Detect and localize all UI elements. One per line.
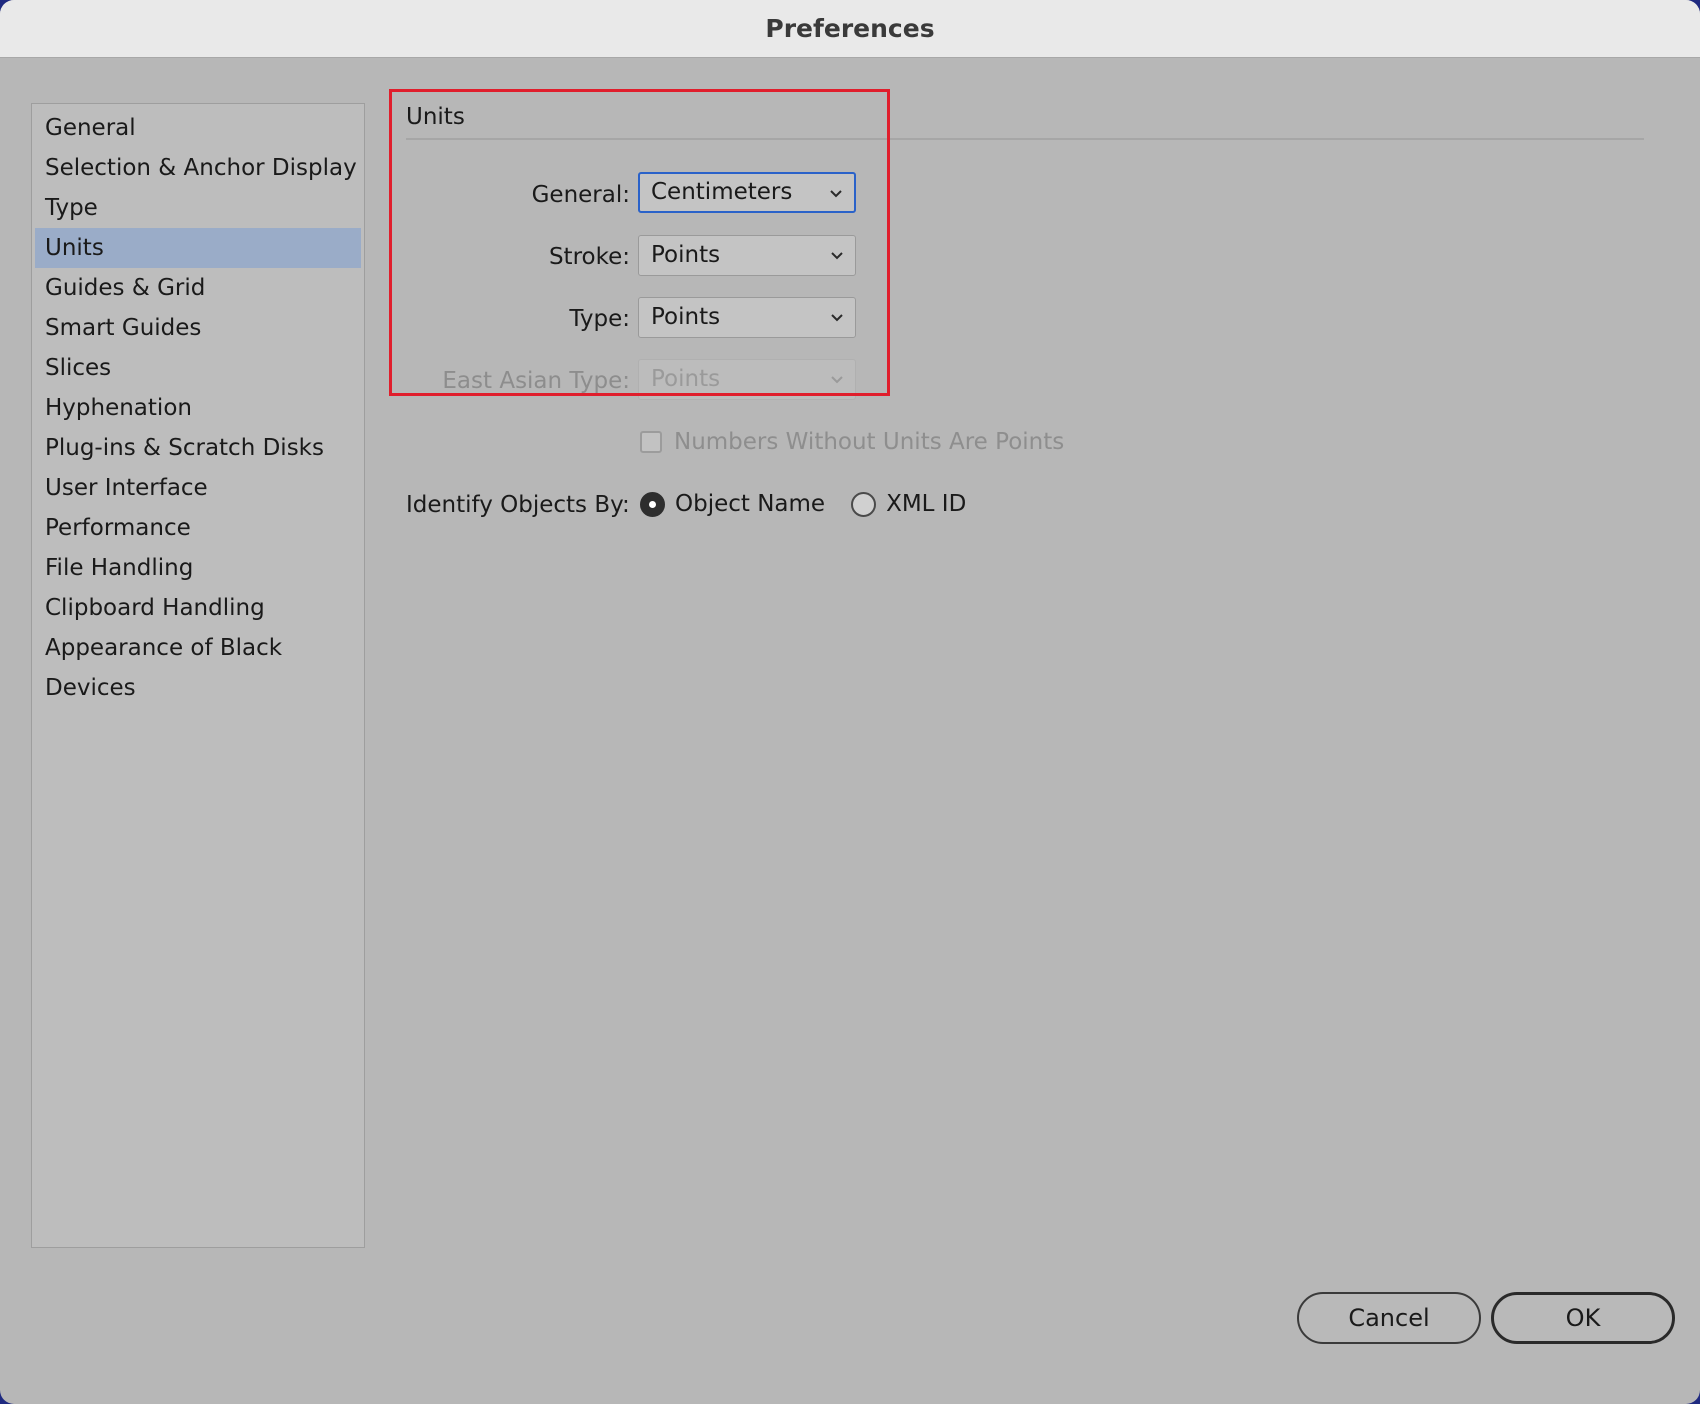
numbers-without-units-checkbox (640, 431, 662, 453)
sidebar-item-guides-grid[interactable]: Guides & Grid (35, 268, 361, 308)
radio-object-name-label[interactable]: Object Name (675, 491, 825, 517)
preferences-dialog: Preferences General Selection & Anchor D… (0, 0, 1700, 1404)
sidebar-item-units[interactable]: Units (35, 228, 361, 268)
sidebar-item-smart-guides[interactable]: Smart Guides (35, 308, 361, 348)
radio-xml-id[interactable]: XML ID (851, 491, 966, 517)
identify-objects-radio-group: Object Name XML ID (640, 491, 992, 517)
numbers-without-units-label: Numbers Without Units Are Points (674, 429, 1065, 455)
cancel-button[interactable]: Cancel (1297, 1292, 1481, 1344)
sidebar-item-hyphenation[interactable]: Hyphenation (35, 388, 361, 428)
sidebar-item-devices[interactable]: Devices (35, 668, 361, 708)
radio-xml-id-label[interactable]: XML ID (886, 491, 966, 517)
dialog-title: Preferences (765, 14, 935, 43)
category-list: General Selection & Anchor Display Type … (31, 103, 365, 1248)
sidebar-item-selection-anchor-display[interactable]: Selection & Anchor Display (35, 148, 361, 188)
sidebar-item-user-interface[interactable]: User Interface (35, 468, 361, 508)
radio-object-name-button[interactable] (640, 491, 665, 517)
sidebar-item-performance[interactable]: Performance (35, 508, 361, 548)
sidebar-item-plugins-scratch-disks[interactable]: Plug-ins & Scratch Disks (35, 428, 361, 468)
sidebar-item-type[interactable]: Type (35, 188, 361, 228)
identify-objects-label: Identify Objects By: (406, 492, 630, 518)
ok-button[interactable]: OK (1491, 1292, 1675, 1344)
title-bar[interactable]: Preferences (0, 0, 1700, 58)
sidebar-item-appearance-of-black[interactable]: Appearance of Black (35, 628, 361, 668)
radio-object-name[interactable]: Object Name (640, 491, 825, 517)
sidebar-item-file-handling[interactable]: File Handling (35, 548, 361, 588)
sidebar-item-clipboard-handling[interactable]: Clipboard Handling (35, 588, 361, 628)
radio-xml-id-button[interactable] (851, 491, 877, 517)
numbers-without-units-option: Numbers Without Units Are Points (640, 429, 1064, 455)
sidebar-item-slices[interactable]: Slices (35, 348, 361, 388)
sidebar-item-general[interactable]: General (35, 108, 361, 148)
highlight-annotation (389, 89, 890, 396)
